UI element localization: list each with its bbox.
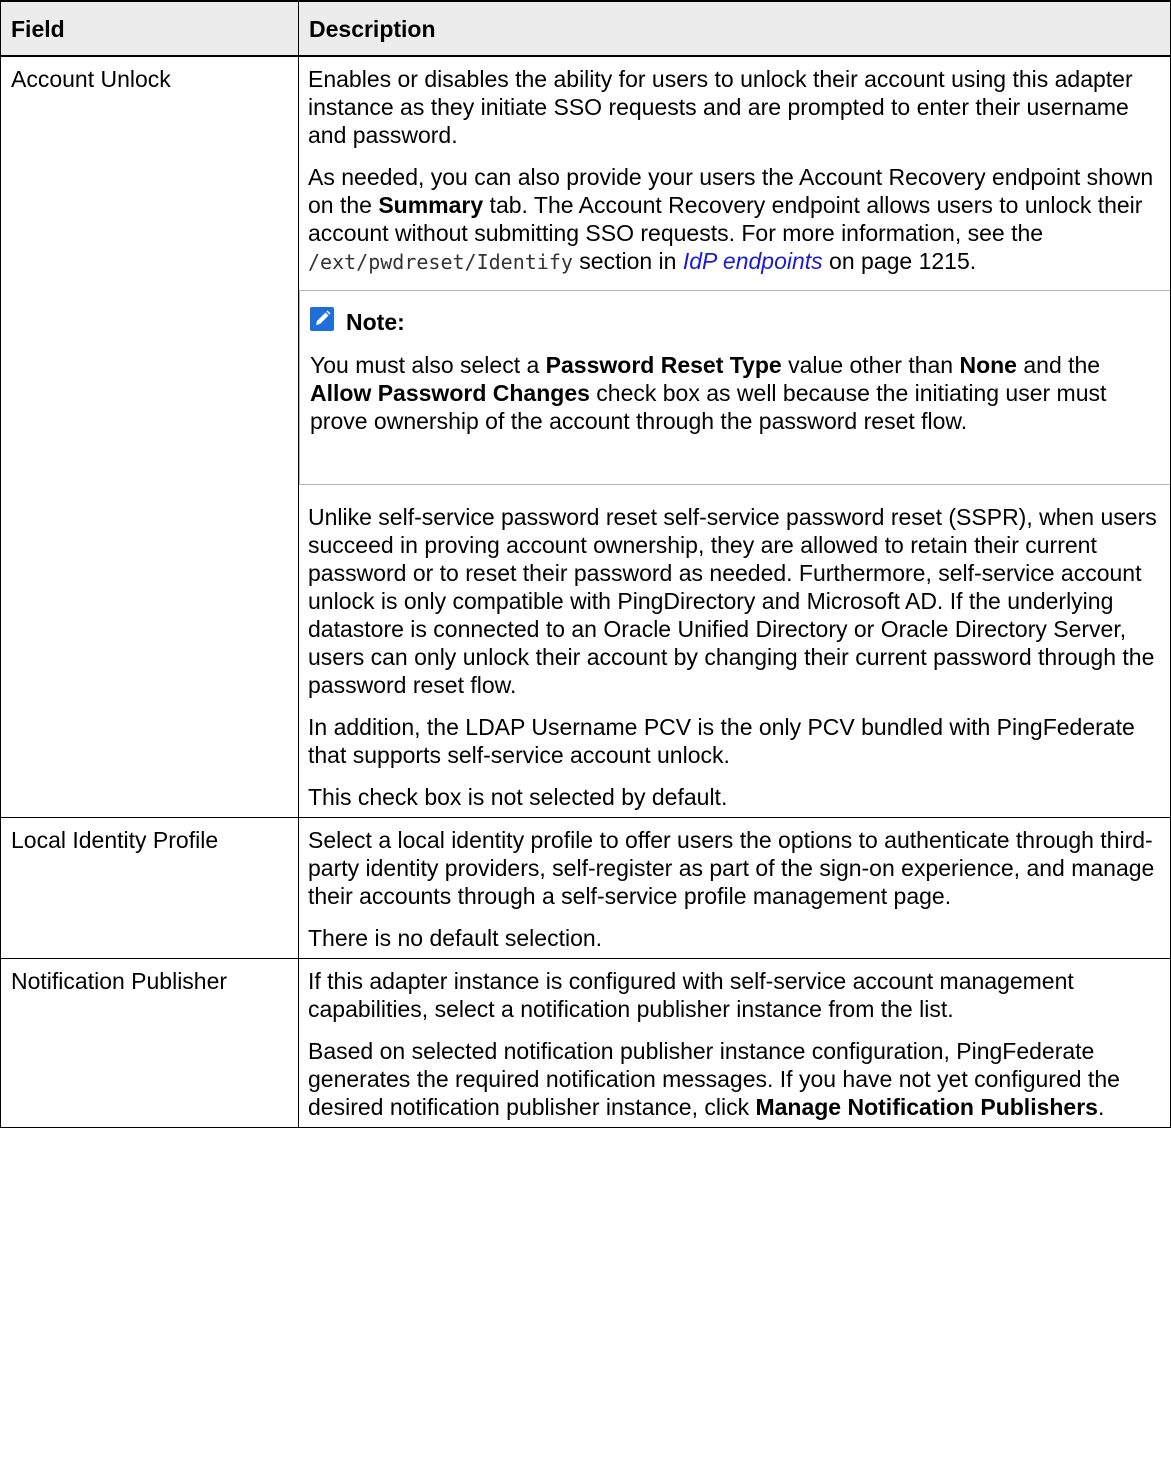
text-run: value other than <box>781 352 960 378</box>
description-paragraph: Unlike self-service password reset self-… <box>308 504 1157 698</box>
idp-endpoints-link[interactable]: IdP endpoints <box>683 248 823 274</box>
description-paragraph: Based on selected notification publisher… <box>308 1037 1170 1121</box>
field-description: Enables or disables the ability for user… <box>298 55 1171 818</box>
description-paragraph: Select a local identity profile to offer… <box>308 827 1155 909</box>
note-callout: Note: You must also select a Password Re… <box>299 290 1170 485</box>
field-description: Select a local identity profile to offer… <box>298 817 1171 959</box>
allow-password-changes-label: Allow Password Changes <box>310 380 590 406</box>
description-paragraph: As needed, you can also provide your use… <box>308 163 1170 276</box>
table-header-row: Field Description <box>0 0 1171 57</box>
description-paragraph: If this adapter instance is configured w… <box>308 968 1074 1022</box>
text-run: . <box>1097 1094 1105 1120</box>
field-name: Notification Publisher <box>0 958 299 1128</box>
field-description-table: Field Description Account Unlock Enables… <box>0 0 1171 1128</box>
field-name: Account Unlock <box>0 55 299 818</box>
pencil-note-icon <box>310 307 346 337</box>
field-name: Local Identity Profile <box>0 817 299 959</box>
text-run: You must also select a <box>310 352 546 378</box>
table-row: Notification Publisher If this adapter i… <box>0 958 1171 1128</box>
text-run: on page 1215. <box>822 248 977 274</box>
column-header-description: Description <box>298 0 1171 57</box>
password-reset-type-label: Password Reset Type <box>545 352 782 378</box>
description-paragraph: There is no default selection. <box>308 925 603 951</box>
description-paragraph: This check box is not selected by defaul… <box>308 784 728 810</box>
endpoint-path-code: /ext/pwdreset/Identify <box>308 250 573 274</box>
description-paragraph: In addition, the LDAP Username PCV is th… <box>308 714 1135 768</box>
text-run: and the <box>1016 352 1101 378</box>
table-row: Local Identity Profile Select a local id… <box>0 817 1171 959</box>
text-run: section in <box>572 248 683 274</box>
table-row: Account Unlock Enables or disables the a… <box>0 55 1171 818</box>
note-title: Note: <box>346 309 405 335</box>
note-header: Note: <box>310 307 1150 337</box>
description-paragraph: Enables or disables the ability for user… <box>308 66 1133 148</box>
summary-tab-label: Summary <box>378 192 484 218</box>
field-description: If this adapter instance is configured w… <box>298 958 1171 1128</box>
none-value-label: None <box>959 352 1017 378</box>
note-text: You must also select a Password Reset Ty… <box>310 351 1150 435</box>
column-header-field: Field <box>0 0 299 57</box>
manage-notification-publishers-label: Manage Notification Publishers <box>755 1094 1098 1120</box>
